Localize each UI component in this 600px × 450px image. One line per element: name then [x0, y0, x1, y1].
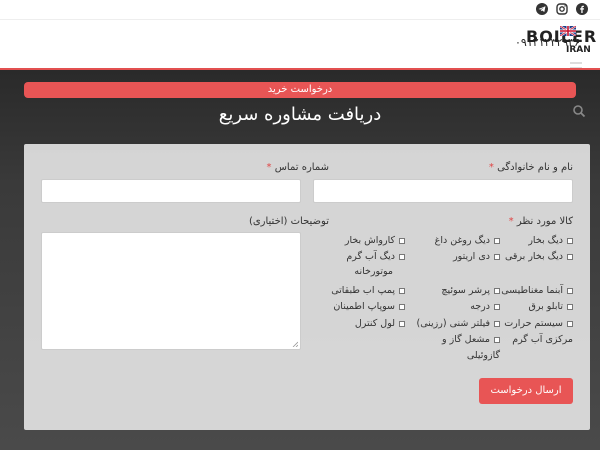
name-label-text: نام و نام خانوادگی: [497, 162, 573, 173]
product-option-label: دیگ بخار: [528, 235, 563, 246]
phone-label-text: شماره تماس: [274, 162, 329, 173]
product-checkbox[interactable]: سیستم حرارت: [504, 316, 573, 332]
checkbox-box[interactable]: [494, 237, 500, 244]
checkbox-box[interactable]: [494, 336, 500, 343]
phone-label: شماره تماس *: [267, 162, 329, 173]
product-option-continuation: گازوئیلی: [466, 350, 500, 361]
product-checkbox[interactable]: سوپاپ اطمینان: [333, 299, 405, 315]
product-label-text: کالا مورد نظر: [516, 216, 573, 227]
phone-number[interactable]: ۰۹۱۲۱۲۳۲۹۳۶: [515, 36, 580, 49]
checkbox-box[interactable]: [399, 237, 405, 244]
product-option-label: دی اریتور: [453, 251, 490, 262]
product-checkbox[interactable]: پمپ اب طبقاتی: [331, 283, 405, 299]
site-header: BOILER IRAN ۰۹۱۲۱۲۳۲۹۳۶: [0, 20, 600, 68]
menu-icon[interactable]: [570, 62, 582, 72]
product-checkbox[interactable]: فیلتر شنی (رزینی): [417, 316, 500, 332]
notes-textarea[interactable]: [41, 232, 301, 350]
required-mark: *: [266, 162, 272, 173]
product-option-continuation: مرکزی آب گرم: [512, 334, 573, 345]
product-option-continuation: موتورخانه: [354, 266, 393, 277]
uk-flag-icon[interactable]: [560, 26, 576, 36]
product-label: کالا مورد نظر *: [509, 216, 573, 227]
checkbox-box[interactable]: [494, 320, 500, 327]
product-option-label: درجه: [470, 301, 490, 312]
checkbox-box[interactable]: [567, 253, 573, 260]
required-mark: *: [488, 162, 494, 173]
product-checkbox[interactable]: آبنما مغناطیسی: [501, 283, 573, 299]
product-option-label: دیگ آب گرم: [346, 251, 395, 262]
product-option-label: سوپاپ اطمینان: [333, 301, 395, 312]
checkbox-box[interactable]: [494, 253, 500, 260]
checkbox-box[interactable]: [567, 320, 573, 327]
name-label: نام و نام خانوادگی *: [489, 162, 573, 173]
product-option-label: فیلتر شنی (رزینی): [416, 318, 490, 329]
product-checkbox[interactable]: پرشر سوئیچ: [441, 283, 500, 299]
product-checkbox[interactable]: مشعل گاز و: [442, 332, 500, 348]
product-option-label: مشعل گاز و: [442, 334, 490, 345]
submit-button[interactable]: ارسال درخواست: [479, 378, 573, 404]
consultation-form: نام و نام خانوادگی * شماره تماس * کالا م…: [24, 144, 590, 430]
product-checkbox[interactable]: دی اریتور: [453, 249, 500, 265]
product-option-label: دیگ بخار برقی: [504, 251, 563, 262]
resize-handle-icon[interactable]: [292, 341, 298, 347]
product-checkbox[interactable]: درجه: [470, 299, 500, 315]
top-bar: [0, 0, 600, 20]
phone-input[interactable]: [41, 179, 301, 203]
checkbox-box[interactable]: [399, 253, 405, 260]
checkbox-box[interactable]: [567, 237, 573, 244]
product-option-label: سیستم حرارت: [504, 318, 563, 329]
checkbox-box[interactable]: [567, 303, 573, 310]
facebook-icon[interactable]: [576, 3, 588, 15]
product-option-label: آبنما مغناطیسی: [501, 285, 563, 296]
product-option-label: دیگ روغن داغ: [434, 235, 490, 246]
product-checkbox[interactable]: دیگ بخار: [528, 233, 573, 249]
name-input[interactable]: [313, 179, 573, 203]
required-mark: *: [508, 216, 514, 227]
checkbox-box[interactable]: [399, 320, 405, 327]
product-option-label: لول کنترل: [354, 318, 395, 329]
notes-label: توضیحات (اختیاری): [248, 216, 329, 227]
checkbox-box[interactable]: [494, 287, 500, 294]
checkbox-box[interactable]: [567, 287, 573, 294]
product-option-label: پمپ اب طبقاتی: [331, 285, 395, 296]
instagram-icon[interactable]: [556, 3, 568, 15]
form-title: دریافت مشاوره سریع: [218, 104, 382, 125]
product-checkbox[interactable]: تابلو برق: [528, 299, 573, 315]
product-checkbox[interactable]: دیگ روغن داغ: [435, 233, 500, 249]
product-checkbox[interactable]: کارواش بخار: [345, 233, 405, 249]
product-option-label: کارواش بخار: [344, 235, 395, 246]
telegram-icon[interactable]: [536, 3, 548, 15]
purchase-request-bar[interactable]: درخواست خرید: [24, 82, 576, 98]
checkbox-box[interactable]: [399, 303, 405, 310]
product-checkbox[interactable]: دیگ بخار برقی: [505, 249, 573, 265]
checkbox-box[interactable]: [494, 303, 500, 310]
product-checkbox[interactable]: لول کنترل: [355, 316, 405, 332]
checkbox-box[interactable]: [399, 287, 405, 294]
product-option-label: تابلو برق: [528, 301, 563, 312]
product-checkbox[interactable]: دیگ آب گرم: [346, 249, 405, 265]
product-option-label: پرشر سوئیچ: [441, 285, 490, 296]
